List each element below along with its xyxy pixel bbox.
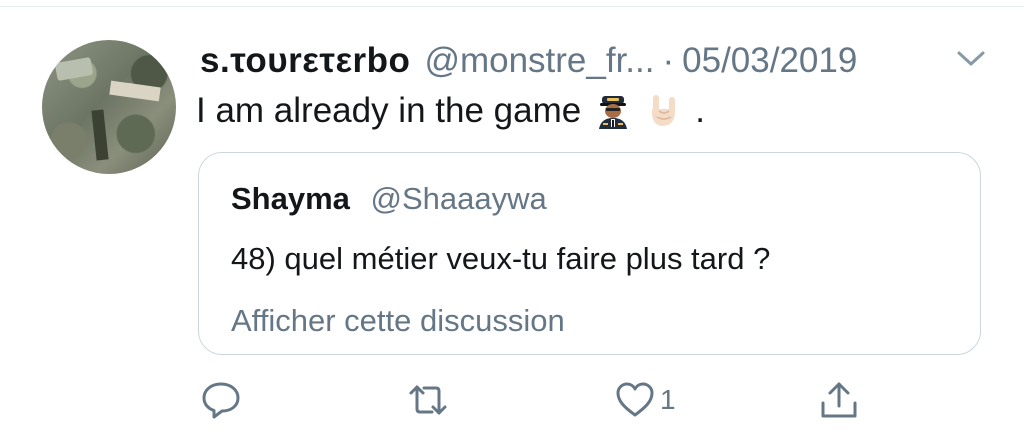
tweet-actions: 1	[0, 370, 1024, 430]
pilot-emoji	[595, 93, 631, 129]
avatar-stripe	[91, 109, 109, 161]
show-thread-link[interactable]: Afficher cette discussion	[231, 303, 565, 339]
tweet-text: I am already in the game .	[196, 86, 705, 136]
tweet-trailing-text: .	[695, 91, 705, 130]
chevron-down-icon[interactable]	[956, 46, 986, 70]
like-button[interactable]: 1	[614, 376, 676, 424]
display-name[interactable]: s.τουrετεrbo	[200, 41, 410, 81]
tweet-date[interactable]: 05/03/2019	[682, 41, 857, 81]
quoted-tweet[interactable]: Shayma @Shaaaywa 48) quel métier veux-tu…	[198, 152, 981, 355]
sign-of-horns-emoji	[645, 93, 681, 129]
avatar-patch	[54, 57, 94, 81]
like-count: 1	[660, 384, 676, 415]
tweet-text-content: I am already in the game	[196, 91, 582, 130]
tweet-header: s.τουrετεrbo @monstre_fr... · 05/03/2019	[200, 36, 1000, 86]
quoted-display-name[interactable]: Shayma	[231, 181, 350, 216]
quoted-tweet-text: 48) quel métier veux-tu faire plus tard …	[231, 241, 771, 276]
separator-dot: ·	[662, 41, 675, 80]
avatar[interactable]	[42, 40, 176, 174]
retweet-icon[interactable]	[407, 376, 449, 424]
avatar-name-tape	[109, 80, 161, 102]
tweet[interactable]: s.τουrετεrbo @monstre_fr... · 05/03/2019…	[0, 0, 1024, 442]
share-icon[interactable]	[818, 376, 860, 424]
quoted-tweet-header: Shayma @Shaaaywa	[231, 181, 547, 217]
like-icon	[616, 382, 654, 417]
user-handle[interactable]: @monstre_fr...	[424, 41, 654, 81]
quoted-user-handle[interactable]: @Shaaaywa	[371, 181, 547, 216]
reply-icon[interactable]	[200, 376, 242, 424]
